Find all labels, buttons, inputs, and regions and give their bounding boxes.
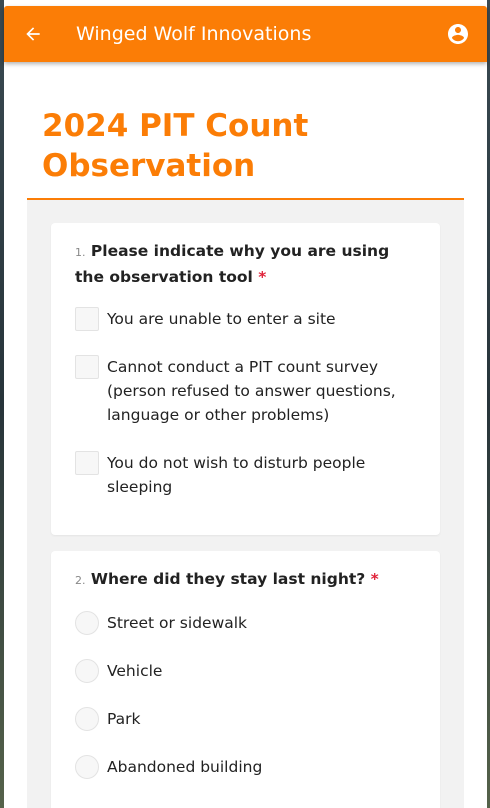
checkbox[interactable] <box>75 355 99 379</box>
page-title: 2024 PIT Count Observation <box>28 106 464 186</box>
account-circle-icon <box>448 24 468 44</box>
option-label: Abandoned building <box>107 758 263 776</box>
radio-button[interactable] <box>75 707 99 731</box>
checkbox-option-2[interactable]: Cannot conduct a PIT count survey (perso… <box>75 355 415 427</box>
page-title-line-2: Observation <box>42 148 256 184</box>
survey-content[interactable]: 1. Please indicate why you are using the… <box>27 200 464 808</box>
question-card-2: 2. Where did they stay last night? * Str… <box>51 551 440 808</box>
option-label: You are unable to enter a site <box>107 310 336 328</box>
radio-option-4[interactable]: Abandoned building <box>75 755 415 779</box>
question-label-2: 2. Where did they stay last night? * <box>75 567 405 593</box>
option-label: Park <box>107 710 141 728</box>
option-label: Vehicle <box>107 662 163 680</box>
question-card-1: 1. Please indicate why you are using the… <box>51 223 440 535</box>
required-mark: * <box>370 570 379 588</box>
account-button[interactable] <box>443 19 473 49</box>
radio-button[interactable] <box>75 659 99 683</box>
page-title-line-1: 2024 PIT Count <box>42 108 309 144</box>
back-button[interactable] <box>18 19 48 49</box>
question-text: Where did they stay last night? <box>90 570 366 588</box>
option-label: Cannot conduct a PIT count survey (perso… <box>107 358 396 424</box>
option-label: You do not wish to disturb people sleepi… <box>107 454 366 496</box>
question-number: 2. <box>75 574 86 587</box>
app-title: Winged Wolf Innovations <box>76 23 312 45</box>
question-text: Please indicate why you are using the ob… <box>75 242 390 286</box>
checkbox-option-3[interactable]: You do not wish to disturb people sleepi… <box>75 451 415 499</box>
checkbox-option-1[interactable]: You are unable to enter a site <box>75 307 415 331</box>
checkbox[interactable] <box>75 451 99 475</box>
app-bar: Winged Wolf Innovations <box>4 6 487 62</box>
question-label-1: 1. Please indicate why you are using the… <box>75 239 405 289</box>
radio-button[interactable] <box>75 755 99 779</box>
radio-option-2[interactable]: Vehicle <box>75 659 415 683</box>
required-mark: * <box>258 268 267 286</box>
checkbox[interactable] <box>75 307 99 331</box>
app-window: Winged Wolf Innovations 2024 PIT Count O… <box>4 0 487 808</box>
radio-button[interactable] <box>75 611 99 635</box>
option-label: Street or sidewalk <box>107 614 248 632</box>
question-number: 1. <box>75 246 86 259</box>
radio-option-1[interactable]: Street or sidewalk <box>75 611 415 635</box>
radio-option-3[interactable]: Park <box>75 707 415 731</box>
arrow-left-icon <box>26 27 40 41</box>
